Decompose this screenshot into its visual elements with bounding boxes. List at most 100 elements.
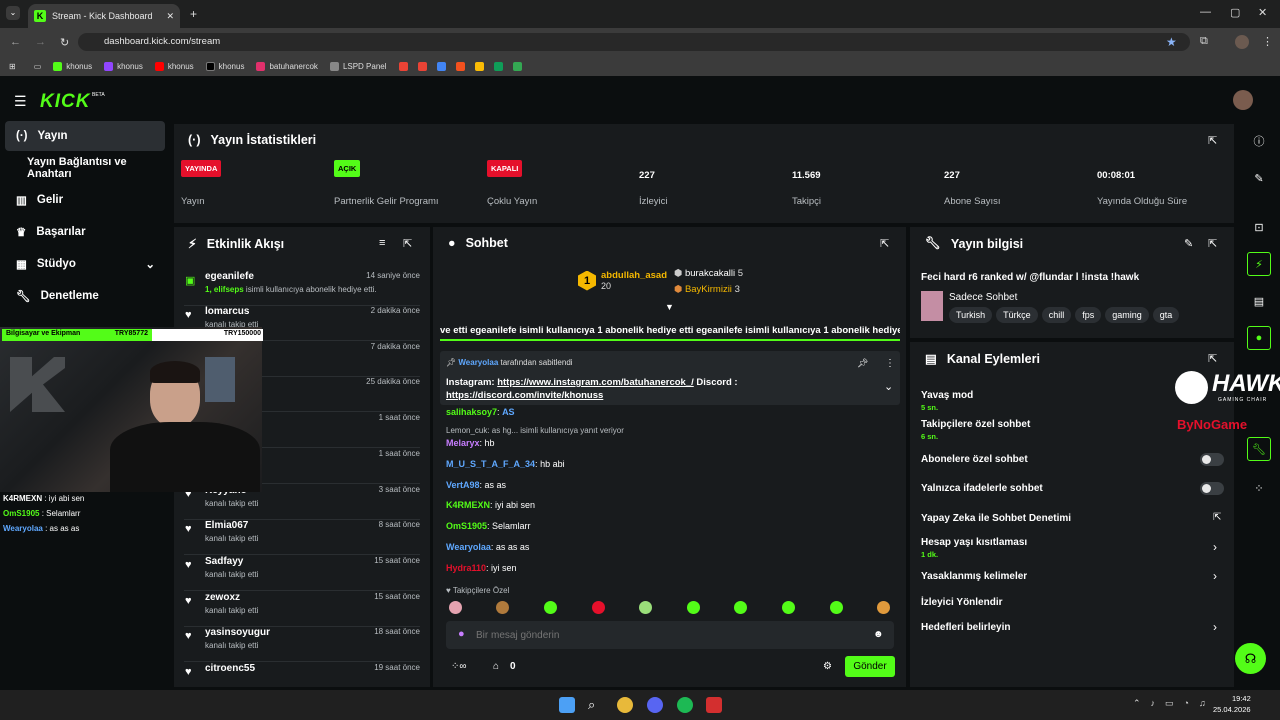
tab-close-icon[interactable]: ✕ [166,11,174,22]
bookmark-gmail-icon[interactable] [398,61,408,71]
bookmark-twitch[interactable]: khonus [104,61,143,71]
action-followers-only[interactable]: Takipçilere özel sohbet 6 sn. [921,419,1030,441]
emote[interactable] [877,601,890,614]
discord-icon[interactable] [647,697,663,713]
tag[interactable]: gta [1152,307,1180,323]
search-icon[interactable]: ⌕ [588,697,604,713]
emote[interactable] [639,601,652,614]
pinned-menu-icon[interactable]: ⋮ [885,358,895,369]
chat-input[interactable] [476,626,856,644]
store-icon[interactable]: ⌂ [493,661,499,672]
subs-only-toggle[interactable] [1200,453,1224,466]
event-user[interactable]: egeanilefe [205,271,254,282]
filter-icon[interactable]: ≡ [379,237,385,249]
extensions-icon[interactable]: ⧉ [1200,35,1208,48]
tag[interactable]: Türkçe [996,307,1038,323]
sidebar-item-gelir[interactable]: ▥ Gelir [5,185,165,215]
chat-user[interactable]: K4RMEXN [446,500,490,510]
bookmark-lspd[interactable]: LSPD Panel [329,61,387,71]
chevron-right-icon[interactable]: › [1213,569,1217,583]
bookmark-sheets-icon[interactable] [493,61,503,71]
bookmark-docs-icon[interactable] [436,61,446,71]
action-slow-mode[interactable]: Yavaş mod 5 sn. [921,390,973,412]
event-user[interactable]: Sadfayy [205,556,243,567]
popout-icon[interactable]: ⇱ [1208,352,1217,365]
kick-logo[interactable]: KICK [40,91,90,113]
event-user[interactable]: zewoxz [205,592,240,603]
category-thumbnail[interactable] [921,291,943,321]
mic-icon[interactable]: ● [458,628,465,640]
action-goals[interactable]: Hedefleri belirleyin [921,622,1010,633]
app-icon[interactable] [706,697,722,713]
back-icon[interactable]: ← [10,36,21,48]
emote[interactable] [496,601,509,614]
tag[interactable]: Turkish [949,307,993,323]
user-avatar[interactable] [1233,90,1253,110]
action-account-age[interactable]: Hesap yaşı kısıtlaması 1 dk. [921,537,1027,559]
forward-icon[interactable]: → [35,36,46,48]
tab-search-button[interactable]: ⌄ [6,6,20,20]
kick-points-icon[interactable]: ⁘∞ [451,661,467,672]
emoji-icon[interactable]: ☻ [873,629,884,640]
action-emotes-only[interactable]: Yalnızca ifadelerle sohbet [921,483,1043,494]
bookmark-gmail2-icon[interactable] [417,61,427,71]
chevron-right-icon[interactable]: › [1213,540,1217,554]
sidebar-item-studyo[interactable]: ▦ Stüdyo ⌄ [5,249,165,279]
apps-icon[interactable]: ⊞ [9,62,16,71]
folder-icon[interactable]: ▭ [34,62,42,71]
chat-user[interactable]: Wearyolaa [446,542,491,552]
chat-toggle-icon[interactable]: ● [1247,326,1271,350]
collapse-gifters-icon[interactable]: ▼ [665,302,674,312]
action-subs-only[interactable]: Abonelere özel sohbet [921,454,1028,465]
top-gifter-3[interactable]: ⬢ BayKirmizii 3 [674,284,740,295]
chat-user[interactable]: M_U_S_T_A_F_A_34 [446,459,535,469]
emote[interactable] [449,601,462,614]
minimize-button[interactable]: — [1200,6,1211,18]
wrench-toggle-icon[interactable]: 🔧︎ [1247,437,1271,461]
preview-icon[interactable]: ⊡ [1246,214,1272,240]
browser-menu-icon[interactable]: ⋮ [1262,35,1273,48]
action-banned-words[interactable]: Yasaklanmış kelimeler [921,571,1027,582]
pinned-by-user[interactable]: Wearyolaa [458,358,498,367]
sidebar-item-denetleme[interactable]: 🔧︎ Denetleme [5,281,165,311]
emote[interactable] [687,601,700,614]
sidebar-item-yayin[interactable]: (·) Yayın [5,121,165,151]
instagram-link[interactable]: https://www.instagram.com/batuhanercok_/ [497,377,694,388]
chevron-right-icon[interactable]: › [1213,620,1217,634]
top-gifter-2[interactable]: ⬢ burakcakalli 5 [674,268,743,279]
emote[interactable] [782,601,795,614]
bookmark-youtube[interactable]: khonus [154,61,194,71]
chat-settings-icon[interactable]: ⚙ [823,661,832,672]
external-link-icon[interactable]: ⇱ [1213,512,1221,523]
emote[interactable] [544,601,557,614]
edit-icon[interactable]: ✎ [1184,237,1193,250]
expand-pinned-icon[interactable]: ⌄ [884,380,893,393]
event-user[interactable]: lomarcus [205,306,249,317]
tray-icons[interactable]: ⌃ ♪ ▭ ◔ ♫ [1133,698,1206,709]
action-raid[interactable]: İzleyici Yönlendir [921,597,1003,608]
bookmark-ext2-icon[interactable] [474,61,484,71]
emote[interactable] [592,601,605,614]
reload-icon[interactable]: ↻ [60,36,69,49]
event-user[interactable]: citroenc55 [205,663,255,674]
profile-avatar[interactable] [1235,35,1249,49]
emotes-only-toggle[interactable] [1200,482,1224,495]
new-tab-button[interactable]: + [190,7,197,21]
popout-icon[interactable]: ⇱ [1208,134,1217,147]
chat-user[interactable]: Melaryx [446,438,480,448]
popout-icon[interactable]: ⇱ [880,237,889,250]
tag[interactable]: fps [1075,307,1102,323]
info-icon[interactable]: ⓘ [1246,128,1272,154]
edit-icon[interactable]: ✎ [1246,165,1272,191]
category-name[interactable]: Sadece Sohbet [949,292,1017,303]
bookmark-ext-icon[interactable] [455,61,465,71]
bookmark-x[interactable]: khonus [205,61,244,71]
unpin-icon[interactable]: 📌︎ [857,358,868,369]
event-user[interactable]: Elmia067 [205,520,248,531]
event-gift-recipient[interactable]: 1, elifseps [205,285,244,294]
send-button[interactable]: Gönder [845,656,895,677]
activity-toggle-icon[interactable]: ⚡︎ [1247,252,1271,276]
spotify-icon[interactable] [677,697,693,713]
tag[interactable]: chill [1041,307,1072,323]
action-ai-moderation[interactable]: Yapay Zeka ile Sohbet Denetimi [921,513,1071,524]
